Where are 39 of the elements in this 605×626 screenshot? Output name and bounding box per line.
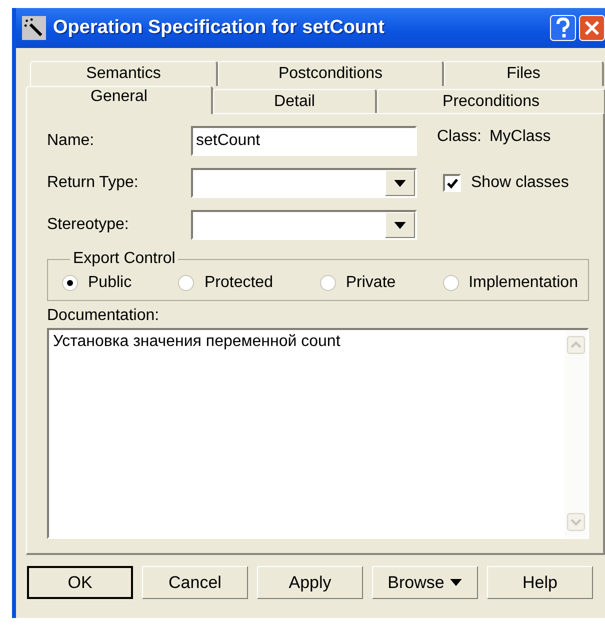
checkbox-label: Show classes	[471, 174, 569, 192]
dropdown-arrow-icon	[394, 222, 406, 228]
dropdown-arrow-icon	[394, 180, 406, 186]
caret-icon	[450, 579, 462, 586]
radio-button[interactable]	[62, 275, 78, 291]
documentation-label: Documentation:	[47, 307, 160, 325]
tab[interactable]: Files	[444, 61, 604, 86]
tab[interactable]: Preconditions	[377, 89, 605, 113]
class-value: MyClass	[489, 128, 551, 146]
dialog-button[interactable]: Cancel	[142, 566, 248, 599]
help-icon[interactable]	[550, 15, 576, 41]
radio-button[interactable]	[320, 275, 336, 291]
tab[interactable]: Postconditions	[218, 61, 444, 86]
radio-label: Private	[346, 274, 396, 292]
dialog-button[interactable]: Apply	[257, 566, 363, 599]
radio-button[interactable]	[178, 275, 194, 291]
tab[interactable]: General	[26, 86, 213, 114]
radio-label: Implementation	[468, 274, 578, 292]
radio-button[interactable]	[442, 275, 459, 291]
tab[interactable]: Detail	[213, 89, 377, 113]
wand-icon	[22, 16, 46, 40]
radio-label: Public	[88, 274, 132, 292]
name-label: Name:	[47, 132, 96, 150]
class-label: Class:	[437, 128, 482, 146]
radio-label: Protected	[204, 274, 273, 292]
ok-button[interactable]: OK	[27, 566, 133, 599]
return-type-label: Return Type:	[47, 174, 140, 192]
checkbox[interactable]	[443, 174, 461, 192]
tab[interactable]: Semantics	[30, 61, 218, 86]
close-icon[interactable]	[579, 15, 605, 41]
menu-button[interactable]: Browse	[372, 566, 478, 599]
return-type-dropdown[interactable]	[191, 168, 417, 198]
group-title: Export Control	[72, 250, 176, 268]
dialog-button[interactable]: Help	[487, 566, 593, 599]
stereotype-label: Stereotype:	[47, 216, 130, 234]
name-field[interactable]: setCount	[191, 126, 417, 156]
documentation-field[interactable]: Установка значения переменной count	[47, 328, 589, 539]
window-title: Operation Specification for setCount	[53, 17, 386, 39]
stereotype-dropdown[interactable]	[191, 210, 417, 240]
